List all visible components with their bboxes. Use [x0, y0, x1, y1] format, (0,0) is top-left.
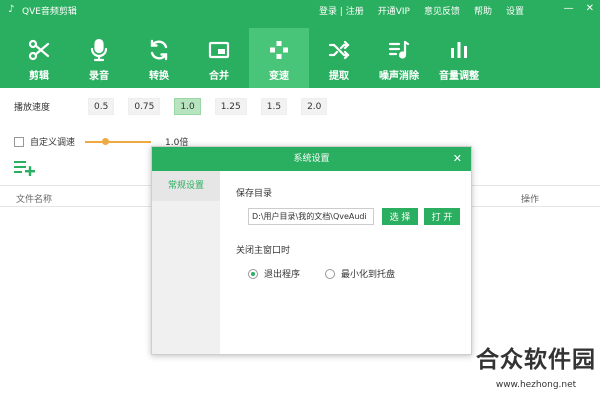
tool-label: 音量调整	[439, 71, 479, 82]
radio-exit-option[interactable]: 退出程序	[248, 267, 300, 280]
close-behavior-label: 关闭主窗口时	[236, 246, 291, 256]
tool-label: 提取	[329, 71, 349, 82]
help-link[interactable]: 帮助	[474, 4, 492, 17]
radio-minimize-label: 最小化到托盘	[341, 270, 396, 280]
column-file-name: 文件名称	[16, 195, 53, 205]
watermark-text: 合众软件园	[476, 347, 596, 373]
app-title: QVE音频剪辑	[22, 7, 77, 17]
choose-button[interactable]: 选 择	[382, 208, 418, 225]
custom-speed-checkbox[interactable]	[14, 136, 24, 147]
tool-label: 变速	[269, 71, 289, 82]
watermark: 合众软件园 www.hezhong.net	[472, 338, 600, 405]
settings-dialog: 系统设置 ✕ 常规设置 保存目录 选 择 打 开 关闭主窗口时 退出程序 最小化…	[151, 146, 472, 355]
save-path-input[interactable]	[248, 208, 374, 225]
vip-link[interactable]: 开通VIP	[378, 4, 410, 17]
dialog-sidebar: 常规设置	[152, 171, 220, 354]
watermark-url: www.hezhong.net	[495, 380, 577, 390]
convert-icon	[150, 39, 168, 61]
top-links: 登录 | 注册 开通VIP 意见反馈 帮助 设置	[319, 4, 524, 17]
tool-volume[interactable]: 音量调整	[429, 28, 489, 88]
feedback-link[interactable]: 意见反馈	[424, 4, 460, 17]
tool-label: 噪声消除	[379, 71, 419, 82]
add-file-icon[interactable]	[14, 160, 36, 176]
tool-label: 合并	[209, 71, 229, 82]
tool-label: 剪辑	[29, 71, 49, 82]
bars-icon	[451, 42, 467, 58]
tool-record[interactable]: 录音	[69, 28, 129, 88]
shuffle-icon	[328, 40, 350, 60]
app-logo-icon: ♪	[8, 4, 15, 15]
top-bar: ♪ QVE音频剪辑 登录 | 注册 开通VIP 意见反馈 帮助 设置 — ✕ 剪…	[0, 0, 600, 88]
save-dir-label: 保存目录	[236, 189, 273, 199]
column-operation: 操作	[520, 195, 539, 205]
window-controls: — ✕	[564, 3, 594, 14]
speed-icon	[270, 41, 288, 59]
dialog-body: 保存目录 选 择 打 开 关闭主窗口时 退出程序 最小化到托盘	[220, 171, 471, 354]
toolbar: 剪辑 录音 转换 合并 变速 提取 噪声消除 音量调整	[9, 28, 489, 88]
radio-exit-label: 退出程序	[264, 270, 301, 280]
dialog-title: 系统设置	[293, 154, 330, 164]
settings-link[interactable]: 设置	[506, 4, 524, 17]
login-register-link[interactable]: 登录 | 注册	[319, 4, 364, 17]
close-icon[interactable]: ✕	[453, 147, 462, 171]
tool-speed[interactable]: 变速	[249, 28, 309, 88]
merge-icon	[208, 41, 230, 59]
music-note-icon	[388, 40, 410, 59]
custom-speed-label: 自定义调速	[30, 138, 76, 148]
tool-merge[interactable]: 合并	[189, 28, 249, 88]
tool-label: 录音	[89, 71, 109, 82]
tool-denoise[interactable]: 噪声消除	[369, 28, 429, 88]
speed-option[interactable]: 2.0	[301, 98, 328, 115]
speed-option[interactable]: 0.5	[88, 98, 115, 115]
speed-option[interactable]: 1.25	[214, 98, 247, 115]
scissors-icon	[28, 39, 50, 61]
slider-thumb[interactable]	[102, 137, 110, 145]
radio-minimize[interactable]	[325, 268, 335, 279]
tab-general-settings[interactable]: 常规设置	[152, 171, 220, 201]
speed-option-selected[interactable]: 1.0	[174, 98, 201, 115]
microphone-icon	[90, 38, 108, 62]
minimize-icon[interactable]: —	[564, 3, 574, 14]
tool-cut[interactable]: 剪辑	[9, 28, 69, 88]
speed-option[interactable]: 1.5	[260, 98, 288, 115]
tool-label: 转换	[149, 71, 169, 82]
tool-extract[interactable]: 提取	[309, 28, 369, 88]
speed-option[interactable]: 0.75	[128, 98, 161, 115]
open-button[interactable]: 打 开	[424, 208, 460, 225]
speed-label: 播放速度	[14, 103, 51, 113]
radio-exit[interactable]	[248, 268, 258, 279]
speed-row: 播放速度 0.5 0.75 1.0 1.25 1.5 2.0	[14, 98, 341, 115]
radio-minimize-option[interactable]: 最小化到托盘	[325, 267, 395, 280]
speed-slider[interactable]	[85, 137, 152, 146]
tool-convert[interactable]: 转换	[129, 28, 189, 88]
close-window-icon[interactable]: ✕	[586, 3, 594, 14]
dialog-title-bar: 系统设置 ✕	[152, 147, 471, 171]
slider-track	[85, 140, 152, 143]
